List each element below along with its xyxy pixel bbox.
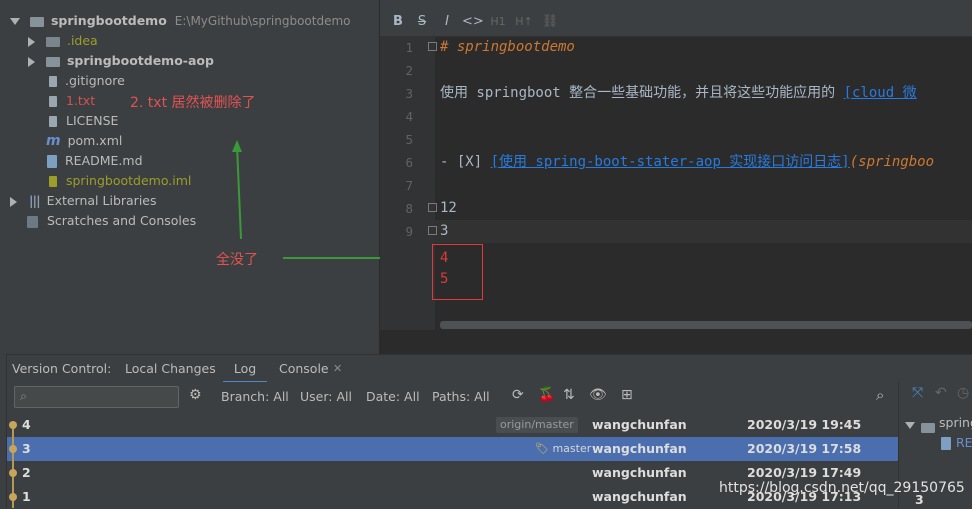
line-number: 7 [405, 178, 413, 193]
refresh-icon[interactable]: ⟳ [512, 387, 524, 403]
commit-node [9, 421, 17, 429]
eye-icon[interactable]: 👁 [589, 387, 607, 403]
strikethrough-button[interactable]: S [412, 13, 432, 31]
code-line-3[interactable]: 使用 springboot 整合一些基础功能，并且将这些功能应用的 [cloud… [440, 82, 917, 105]
log-row-selected[interactable]: 3 🏷 master wangchunfan 2020/3/19 17:58 [6, 437, 898, 461]
tab-log[interactable]: Log [223, 361, 267, 384]
commit-author: wangchunfan [592, 489, 687, 504]
commit-node [9, 445, 17, 453]
commit-message: 4 [22, 417, 31, 432]
commit-author: wangchunfan [592, 465, 687, 480]
fold-marker-icon[interactable] [428, 42, 437, 51]
folder-icon [921, 422, 935, 433]
new-tab-icon[interactable]: ⊞ [621, 387, 633, 403]
line-number: 3 [405, 86, 413, 101]
link-icon[interactable]: ⛓ [540, 13, 560, 31]
date-filter[interactable]: Date: All [366, 389, 420, 404]
line-number: 2 [405, 63, 413, 78]
tag-icon: 🏷 [535, 442, 549, 455]
horizontal-scrollbar[interactable] [440, 321, 972, 329]
branch-filter[interactable]: Branch: All [221, 389, 289, 404]
line-number: 4 [405, 109, 413, 124]
commit-node [9, 493, 17, 501]
current-line-highlight [435, 220, 972, 243]
commit-node [9, 469, 17, 477]
tool-window-strip [0, 354, 7, 508]
commit-author: wangchunfan [592, 441, 687, 456]
commit-author: wangchunfan [592, 417, 687, 432]
commit-message: 1 [22, 489, 31, 504]
markdown-file-icon [941, 437, 951, 450]
close-icon[interactable]: ✕ [333, 361, 342, 381]
italic-button[interactable]: I [437, 13, 457, 31]
code-text: 使用 springboot 整合一些基础功能，并且将这些功能应用的 [440, 85, 844, 101]
fold-marker-icon[interactable] [428, 203, 437, 212]
code-text: - [X] [440, 154, 491, 170]
search-icon: ⌕ [20, 388, 28, 403]
line-number: 8 [405, 201, 413, 216]
branch-ref-badge: 🏷 master [531, 441, 595, 457]
changed-file-label[interactable]: RE [956, 435, 972, 450]
commit-date: 2020/3/19 17:58 [747, 441, 862, 456]
editor-tab-strip [380, 0, 972, 8]
code-line-8[interactable]: 12 [440, 197, 457, 220]
code-line-9[interactable]: 3 [440, 220, 448, 243]
markdown-link[interactable]: [使用 spring-boot-stater-aop 实现接口访问日志] [491, 154, 850, 170]
chevron-down-icon[interactable] [905, 417, 915, 432]
ref-label: master [552, 442, 592, 455]
code-line-1[interactable]: # springbootdemo [440, 36, 575, 59]
commit-date: 2020/3/19 19:45 [747, 417, 862, 432]
annotation-red-box [432, 244, 483, 300]
settings-gear-icon[interactable]: ⚙ [189, 387, 202, 403]
markdown-toolbar: B S I <> H1 H↑ ⛓ [380, 8, 972, 37]
header-increase-button[interactable]: H1 [488, 13, 508, 31]
sort-icon[interactable]: ⇅ [563, 387, 575, 403]
line-number: 6 [405, 155, 413, 170]
cherry-pick-icon[interactable]: 🍒 [538, 387, 555, 403]
commit-message: 2 [22, 465, 31, 480]
arrow-up-annotation [232, 140, 242, 240]
code-line-6[interactable]: - [X] [使用 spring-boot-stater-aop 实现接口访问日… [440, 151, 934, 174]
bold-button[interactable]: B [388, 13, 408, 31]
line-number: 1 [405, 40, 413, 55]
markdown-link[interactable]: [cloud 微 [844, 85, 917, 101]
log-row[interactable]: 4 origin/master wangchunfan 2020/3/19 19… [6, 413, 898, 437]
tab-local-changes[interactable]: Local Changes [125, 361, 216, 381]
tab-console[interactable]: Console [279, 361, 329, 381]
vc-label: Version Control: [12, 361, 112, 376]
log-search-input[interactable]: ⌕ [14, 386, 179, 408]
changed-module-label[interactable]: spring [939, 415, 972, 430]
watermark-text: https://blog.csdn.net/qq_29150765 [719, 480, 965, 496]
code-button[interactable]: <> [462, 13, 484, 31]
branch-ref-badge: origin/master [496, 417, 578, 433]
pin-icon[interactable]: ⤧ [912, 385, 923, 401]
vc-tab-bar: Version Control: Local Changes Log Conso… [0, 355, 972, 384]
line-number: 5 [405, 132, 413, 147]
user-filter[interactable]: User: All [300, 389, 352, 404]
undo-icon[interactable]: ↶ [935, 385, 947, 401]
paths-filter[interactable]: Paths: All [432, 389, 490, 404]
fold-marker-icon[interactable] [428, 226, 437, 235]
commit-message: 3 [22, 441, 31, 456]
markdown-url: (springboo [849, 154, 935, 170]
header-decrease-button[interactable]: H↑ [514, 13, 534, 31]
history-icon[interactable]: ◷ [957, 385, 969, 401]
search-log-icon[interactable]: ⌕ [876, 386, 884, 404]
line-number: 9 [405, 224, 413, 239]
